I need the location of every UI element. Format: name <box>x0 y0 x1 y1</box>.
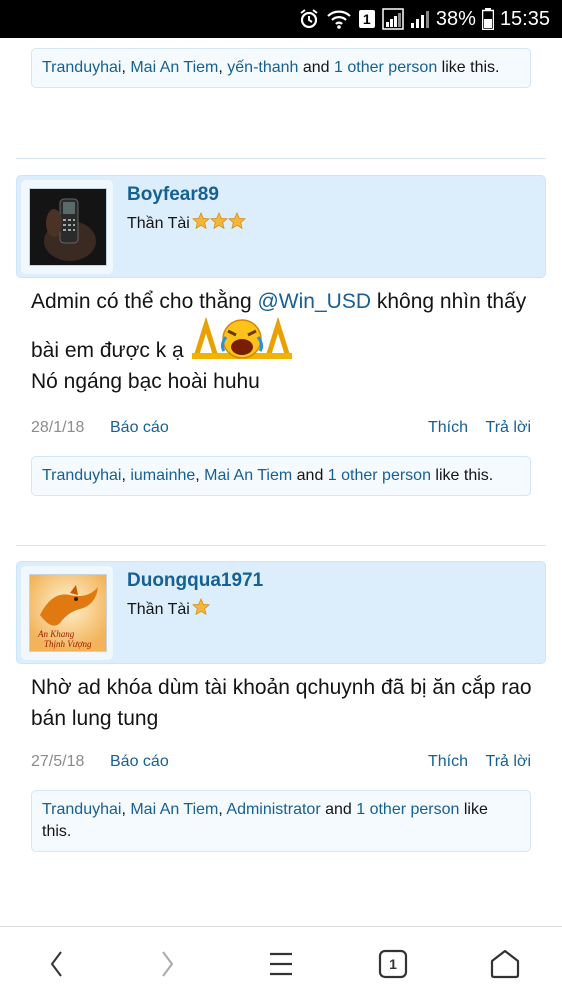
liker-link[interactable]: iumainhe <box>130 467 195 484</box>
sim-badge-icon: 1 <box>358 9 376 29</box>
separator: , <box>121 801 131 818</box>
likes-summary: Tranduyhai, iumainhe, Mai An Tiem and 1 … <box>31 456 531 496</box>
separator: , <box>121 467 131 484</box>
separator: , <box>195 467 205 484</box>
signal-icon-sim1 <box>382 8 404 30</box>
and-text: and <box>298 59 335 76</box>
post-userbar: An Khang Thịnh Vượng Duongqua1971 Thần T… <box>16 561 546 664</box>
alarm-icon <box>298 8 320 30</box>
hamburger-menu-icon <box>270 952 292 976</box>
post-username[interactable]: Boyfear89 <box>127 184 219 206</box>
clock-time: 15:35 <box>499 7 550 30</box>
like-this-text: like this. <box>437 59 500 76</box>
chevron-right-icon <box>162 951 174 977</box>
post-meta: 27/5/18 Báo cáo Thích Trả lời <box>31 753 531 775</box>
star-icon <box>209 212 228 235</box>
status-bar: 1 38% 15:35 <box>0 0 562 38</box>
back-button[interactable] <box>26 927 86 1001</box>
tabs-button[interactable]: 1 <box>363 927 423 1001</box>
svg-text:Thịnh Vượng: Thịnh Vượng <box>44 639 92 649</box>
avatar-frame <box>21 180 113 274</box>
post-date[interactable]: 27/5/18 <box>31 753 84 771</box>
user-title: Thần Tài <box>127 598 210 621</box>
browser-nav-bar: 1 <box>0 926 562 1000</box>
liker-link[interactable]: Mai An Tiem <box>204 467 292 484</box>
avatar[interactable]: An Khang Thịnh Vượng <box>29 574 107 652</box>
likes-summary: Tranduyhai, Mai An Tiem, Administrator a… <box>31 790 531 852</box>
post-divider <box>16 545 546 546</box>
liker-link[interactable]: Mai An Tiem <box>130 801 218 818</box>
avatar[interactable] <box>29 188 107 266</box>
separator: , <box>121 59 131 76</box>
post-meta: 28/1/18 Báo cáo Thích Trả lời <box>31 419 531 441</box>
reply-button[interactable]: Trả lời <box>486 753 531 771</box>
chevron-left-icon <box>50 951 62 977</box>
report-link[interactable]: Báo cáo <box>110 419 169 437</box>
like-this-text: like this. <box>430 467 494 484</box>
post-message: Admin có thể cho thằng @Win_USD không nh… <box>31 286 541 397</box>
and-text: and <box>292 467 328 484</box>
reply-button[interactable]: Trả lời <box>486 419 531 437</box>
tab-count: 1 <box>389 956 397 972</box>
user-title-text: Thần Tài <box>127 600 190 618</box>
other-likers-link[interactable]: 1 other person <box>334 59 437 76</box>
like-button[interactable]: Thích <box>428 753 468 771</box>
forward-button[interactable] <box>138 927 198 1001</box>
rank-stars <box>191 598 210 621</box>
liker-link[interactable]: Tranduyhai <box>42 801 121 818</box>
post-userbar: Boyfear89 Thần Tài <box>16 175 546 278</box>
message-text: Nó ngáng bạc hoài huhu <box>31 370 260 393</box>
user-title: Thần Tài <box>127 212 246 235</box>
separator: , <box>218 59 228 76</box>
signal-icon-sim2 <box>410 8 430 30</box>
post-username[interactable]: Duongqua1971 <box>127 570 263 592</box>
and-text: and <box>320 801 357 818</box>
star-icon <box>227 212 246 235</box>
report-link[interactable]: Báo cáo <box>110 753 169 771</box>
menu-button[interactable] <box>251 927 311 1001</box>
post-message: Nhờ ad khóa dùm tài khoản qchuynh đã bị … <box>31 676 532 730</box>
crying-emoji-icon <box>190 316 294 361</box>
liker-link[interactable]: yến-thanh <box>227 59 298 76</box>
wifi-icon <box>326 8 352 30</box>
mention-link[interactable]: @Win_USD <box>257 290 371 313</box>
star-icon <box>191 212 210 235</box>
liker-link[interactable]: Administrator <box>226 801 320 818</box>
home-icon <box>490 949 520 979</box>
liker-link[interactable]: Tranduyhai <box>42 467 121 484</box>
battery-percent: 38% <box>435 7 476 30</box>
user-title-text: Thần Tài <box>127 214 190 232</box>
home-button[interactable] <box>475 927 535 1001</box>
like-button[interactable]: Thích <box>428 419 468 437</box>
rank-stars <box>191 212 246 235</box>
svg-text:An Khang: An Khang <box>37 629 75 639</box>
post-divider <box>16 158 546 159</box>
other-likers-link[interactable]: 1 other person <box>328 467 431 484</box>
liker-link[interactable]: Tranduyhai <box>42 59 121 76</box>
avatar-frame: An Khang Thịnh Vượng <box>21 566 113 660</box>
liker-link[interactable]: Mai An Tiem <box>130 59 218 76</box>
likes-summary: Tranduyhai, Mai An Tiem, yến-thanh and 1… <box>31 48 531 88</box>
battery-icon <box>481 8 494 30</box>
message-text: Admin có thể cho thằng <box>31 290 258 313</box>
post-date[interactable]: 28/1/18 <box>31 419 84 437</box>
thread-page[interactable]: Tranduyhai, Mai An Tiem, yến-thanh and 1… <box>0 38 562 926</box>
other-likers-link[interactable]: 1 other person <box>356 801 459 818</box>
star-icon <box>191 598 210 621</box>
